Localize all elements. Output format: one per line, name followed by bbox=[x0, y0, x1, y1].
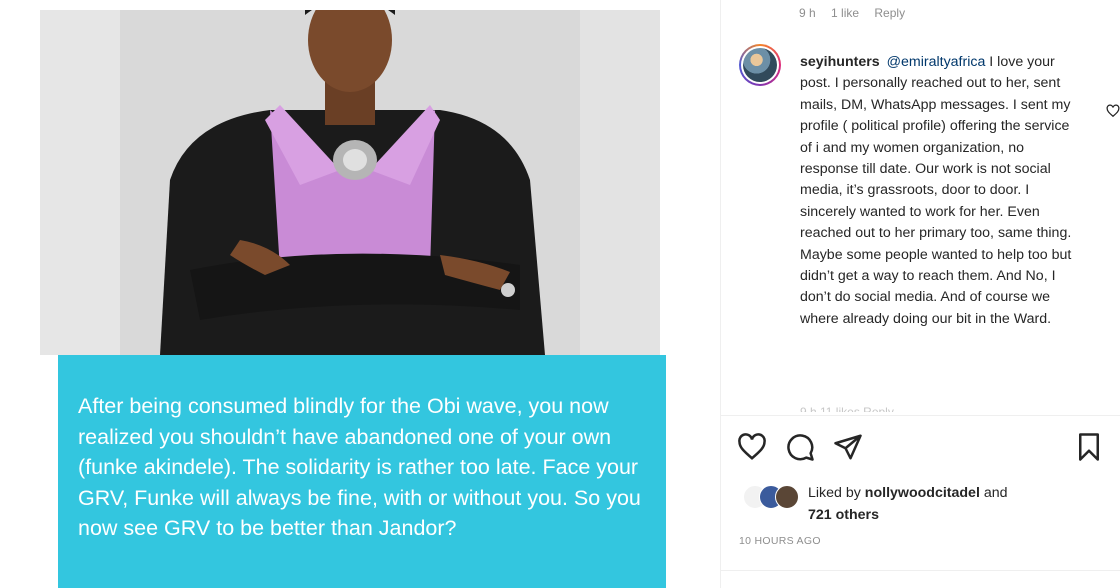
top-strip bbox=[0, 0, 720, 10]
comments-panel: 9 h 1 like Reply seyihunters @emiraltyaf… bbox=[721, 0, 1120, 588]
quote-card: After being consumed blindly for the Obi… bbox=[58, 355, 666, 588]
liker-avatar bbox=[775, 485, 799, 509]
bottom-divider bbox=[721, 570, 1120, 571]
liked-by-suffix: and bbox=[979, 485, 1008, 501]
previous-comment-time: 9 h bbox=[799, 6, 816, 20]
post-actions bbox=[721, 432, 1120, 464]
likes-others[interactable]: 721 others bbox=[808, 507, 879, 523]
share-icon[interactable] bbox=[833, 432, 863, 462]
comment-message: I love your post. I personally reached o… bbox=[800, 54, 1072, 327]
post-media: After being consumed blindly for the Obi… bbox=[0, 0, 720, 588]
section-divider bbox=[721, 415, 1120, 416]
liked-by-user[interactable]: nollywoodcitadel bbox=[865, 485, 980, 501]
post-photo[interactable] bbox=[40, 10, 660, 355]
avatar-image bbox=[743, 48, 777, 82]
liked-by-prefix: Liked by bbox=[808, 485, 865, 501]
quote-text: After being consumed blindly for the Obi… bbox=[78, 394, 641, 540]
comment-mention[interactable]: @emiraltyafrica bbox=[887, 54, 986, 70]
likes-summary: Liked by nollywoodcitadel and 721 others bbox=[739, 483, 1109, 527]
comment-username[interactable]: seyihunters bbox=[800, 54, 880, 70]
heart-icon[interactable] bbox=[737, 432, 767, 462]
previous-comment-likes[interactable]: 1 like bbox=[831, 6, 859, 20]
likes-text: Liked by nollywoodcitadel and 721 others bbox=[808, 483, 1008, 526]
post-timestamp[interactable]: 10 HOURS AGO bbox=[739, 535, 821, 547]
previous-comment-reply[interactable]: Reply bbox=[874, 6, 905, 20]
liker-avatars[interactable] bbox=[739, 485, 805, 509]
bookmark-icon[interactable] bbox=[1074, 432, 1104, 462]
previous-comment-meta: 9 h 1 like Reply bbox=[799, 6, 917, 20]
photo-illustration bbox=[40, 10, 660, 355]
avatar[interactable] bbox=[739, 44, 781, 86]
comment-meta-cut: 9 h 11 likes Reply bbox=[800, 405, 894, 412]
comment-heart-icon[interactable] bbox=[1106, 104, 1120, 118]
comment-icon[interactable] bbox=[785, 432, 815, 462]
comment-text: seyihunters @emiraltyafrica I love your … bbox=[800, 52, 1076, 330]
